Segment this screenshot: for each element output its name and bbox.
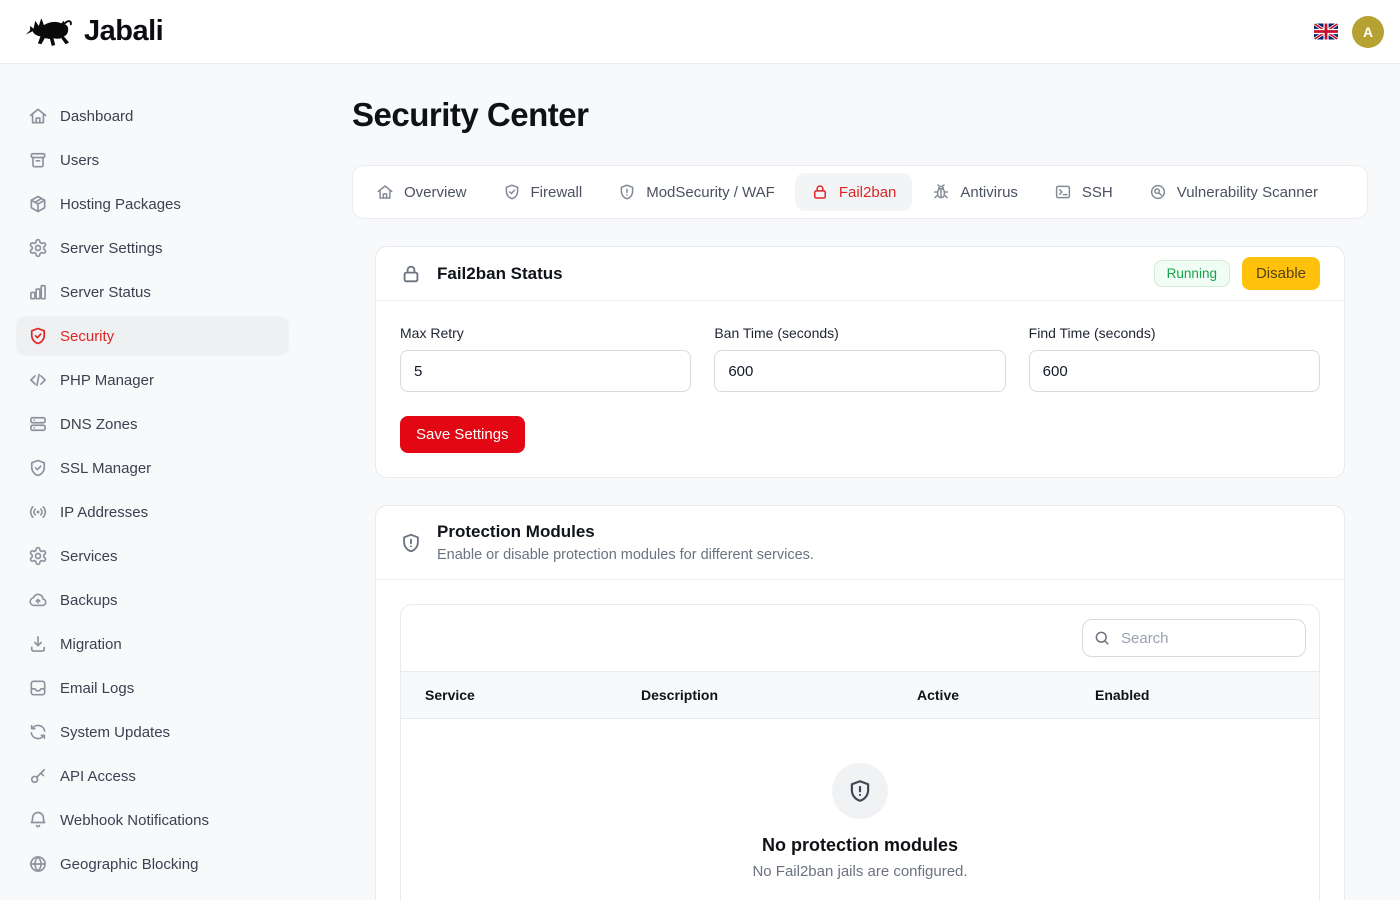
search-input[interactable] <box>1082 619 1306 657</box>
tab-overview[interactable]: Overview <box>360 173 483 211</box>
sidebar-item-api-access[interactable]: API Access <box>16 756 289 796</box>
key-icon <box>28 766 48 786</box>
app-header: Jabali A <box>0 0 1400 64</box>
max-retry-label: Max Retry <box>400 325 691 341</box>
lock-icon <box>811 183 829 201</box>
lock-icon <box>400 263 422 285</box>
sidebar-item-migration[interactable]: Migration <box>16 624 289 664</box>
protection-modules-table: Service Description Active Enabled No pr… <box>400 604 1320 900</box>
sidebar-item-geographic-blocking[interactable]: Geographic Blocking <box>16 844 289 884</box>
refresh-icon <box>28 722 48 742</box>
empty-state-title: No protection modules <box>401 835 1319 856</box>
shield-check-icon <box>28 326 48 346</box>
empty-state: No protection modules No Fail2ban jails … <box>401 719 1319 900</box>
brand-name: Jabali <box>84 15 163 48</box>
sidebar-item-ip-addresses[interactable]: IP Addresses <box>16 492 289 532</box>
sidebar-item-server-status[interactable]: Server Status <box>16 272 289 312</box>
globe-icon <box>28 854 48 874</box>
terminal-icon <box>1054 183 1072 201</box>
sidebar-item-hosting-packages[interactable]: Hosting Packages <box>16 184 289 224</box>
find-time-input[interactable] <box>1029 350 1320 392</box>
protection-modules-subtitle: Enable or disable protection modules for… <box>437 547 814 563</box>
fail2ban-status-title: Fail2ban Status <box>437 264 563 284</box>
boar-logo-icon <box>24 13 76 51</box>
bug-icon <box>932 183 950 201</box>
column-header-active: Active <box>893 672 1071 718</box>
shield-check-icon <box>503 183 521 201</box>
user-avatar[interactable]: A <box>1352 16 1384 48</box>
sidebar-item-users[interactable]: Users <box>16 140 289 180</box>
protection-modules-card: Protection Modules Enable or disable pro… <box>375 505 1345 900</box>
save-settings-button[interactable]: Save Settings <box>400 416 525 453</box>
ban-time-input[interactable] <box>714 350 1005 392</box>
search-box <box>1082 619 1306 657</box>
fail2ban-status-card-header: Fail2ban Status Running Disable <box>376 247 1344 301</box>
fail2ban-status-card: Fail2ban Status Running Disable Max Retr… <box>375 246 1345 478</box>
tab-antivirus[interactable]: Antivirus <box>916 173 1034 211</box>
column-header-enabled: Enabled <box>1071 672 1319 718</box>
column-header-service: Service <box>401 672 617 718</box>
tab-ssh[interactable]: SSH <box>1038 173 1129 211</box>
bar-chart-icon <box>28 282 48 302</box>
code-icon <box>28 370 48 390</box>
tab-fail2ban[interactable]: Fail2ban <box>795 173 913 211</box>
sidebar-item-backups[interactable]: Backups <box>16 580 289 620</box>
bell-icon <box>28 810 48 830</box>
uk-flag-icon[interactable] <box>1314 23 1338 40</box>
protection-modules-header: Protection Modules Enable or disable pro… <box>376 506 1344 580</box>
sidebar-item-dashboard[interactable]: Dashboard <box>16 96 289 136</box>
sidebar-item-email-logs[interactable]: Email Logs <box>16 668 289 708</box>
sidebar-item-security[interactable]: Security <box>16 316 289 356</box>
sidebar-item-php-manager[interactable]: PHP Manager <box>16 360 289 400</box>
scan-search-icon <box>1149 183 1167 201</box>
shield-check-icon <box>28 458 48 478</box>
archive-icon <box>28 150 48 170</box>
main-content: Security Center Overview Firewall ModSec… <box>305 64 1400 900</box>
inbox-icon <box>28 678 48 698</box>
ban-time-label: Ban Time (seconds) <box>714 325 1005 341</box>
security-tabbar: Overview Firewall ModSecurity / WAF Fail… <box>352 165 1368 219</box>
cloud-upload-icon <box>28 590 48 610</box>
max-retry-input[interactable] <box>400 350 691 392</box>
running-status-badge: Running <box>1154 260 1230 287</box>
home-icon <box>376 183 394 201</box>
disable-button[interactable]: Disable <box>1242 257 1320 290</box>
table-toolbar <box>401 605 1319 671</box>
tab-vulnerability-scanner[interactable]: Vulnerability Scanner <box>1133 173 1334 211</box>
search-icon <box>1093 629 1111 647</box>
home-icon <box>28 106 48 126</box>
sidebar-item-webhook-notifications[interactable]: Webhook Notifications <box>16 800 289 840</box>
download-icon <box>28 634 48 654</box>
radio-icon <box>28 502 48 522</box>
page-title: Security Center <box>352 96 1368 134</box>
find-time-label: Find Time (seconds) <box>1029 325 1320 341</box>
shield-alert-icon <box>847 778 873 804</box>
shield-alert-icon <box>618 183 636 201</box>
brand-logo[interactable]: Jabali <box>24 13 163 51</box>
shield-alert-icon <box>400 532 422 554</box>
gear-icon <box>28 546 48 566</box>
sidebar-nav: Dashboard Users Hosting Packages Server … <box>0 64 305 900</box>
sidebar-item-services[interactable]: Services <box>16 536 289 576</box>
server-icon <box>28 414 48 434</box>
tab-modsecurity-waf[interactable]: ModSecurity / WAF <box>602 173 791 211</box>
tab-firewall[interactable]: Firewall <box>487 173 599 211</box>
sidebar-item-system-updates[interactable]: System Updates <box>16 712 289 752</box>
sidebar-item-server-settings[interactable]: Server Settings <box>16 228 289 268</box>
package-icon <box>28 194 48 214</box>
sidebar-item-dns-zones[interactable]: DNS Zones <box>16 404 289 444</box>
protection-modules-title: Protection Modules <box>437 522 814 542</box>
column-header-description: Description <box>617 672 893 718</box>
empty-state-subtitle: No Fail2ban jails are configured. <box>401 863 1319 880</box>
table-header-row: Service Description Active Enabled <box>401 671 1319 719</box>
gear-icon <box>28 238 48 258</box>
sidebar-item-ssl-manager[interactable]: SSL Manager <box>16 448 289 488</box>
